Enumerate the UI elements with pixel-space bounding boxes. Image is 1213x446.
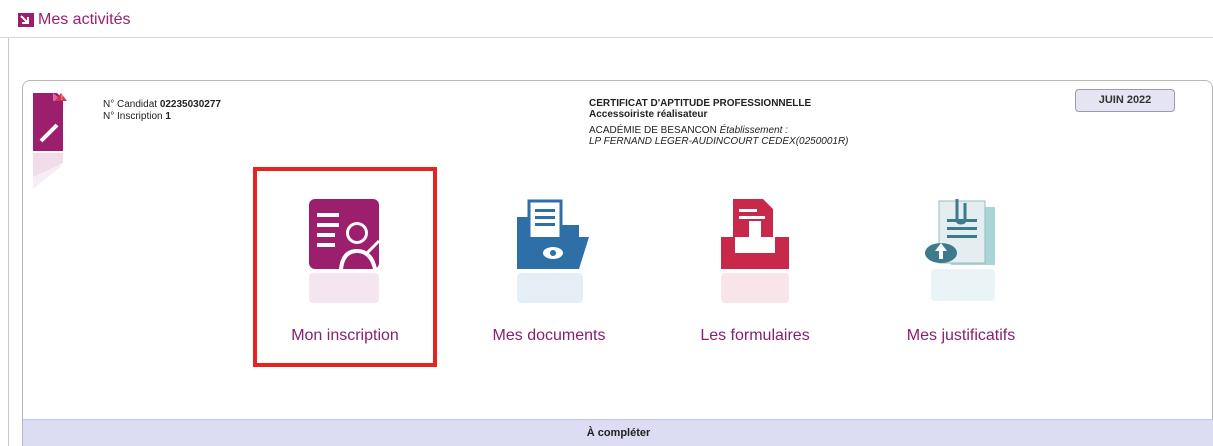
status-bar[interactable]: À compléter — [23, 419, 1213, 446]
candidat-label: N° Candidat — [103, 99, 158, 110]
documents-folder-icon — [517, 199, 589, 303]
inscription-label: N° Inscription — [103, 111, 163, 122]
activity-card: ! N° Candidat 02235030277 N° Inscription… — [22, 80, 1213, 446]
candidat-number: 02235030277 — [159, 99, 221, 110]
proof-upload-icon — [925, 199, 995, 301]
exam-specialty: Accessoiriste réalisateur — [589, 109, 708, 120]
arrow-down-right-icon — [18, 13, 34, 27]
inscription-number: 1 — [165, 111, 171, 122]
tile-mes-documents[interactable]: Mes documents — [459, 167, 639, 367]
page-header: Mes activités — [0, 0, 1213, 38]
exam-title: CERTIFICAT D'APTITUDE PROFESSIONNELLE — [589, 98, 812, 109]
candidate-info: N° Candidat 02235030277 N° Inscription 1 — [103, 99, 221, 123]
tile-label: Mes justificatifs — [906, 327, 1016, 344]
forms-download-icon — [721, 199, 789, 303]
tile-mes-justificatifs[interactable]: Mes justificatifs — [871, 167, 1051, 367]
academy-name: ACADÉMIE DE BESANCON — [589, 125, 717, 136]
session-badge: JUIN 2022 — [1075, 89, 1175, 112]
tile-label: Mes documents — [492, 327, 606, 344]
tile-label: Les formulaires — [700, 327, 810, 344]
etablissement-label: Établissement : — [719, 125, 788, 136]
etablissement-name: LP FERNAND LEGER-AUDINCOURT CEDEX(025000… — [589, 136, 849, 147]
tile-les-formulaires[interactable]: Les formulaires — [665, 167, 845, 367]
highlight-frame — [253, 167, 437, 367]
exam-logo-icon: ! — [33, 93, 67, 189]
page-title: Mes activités — [38, 11, 131, 28]
svg-text:!: ! — [61, 95, 63, 102]
exam-info: CERTIFICAT D'APTITUDE PROFESSIONNELLE Ac… — [589, 98, 849, 147]
